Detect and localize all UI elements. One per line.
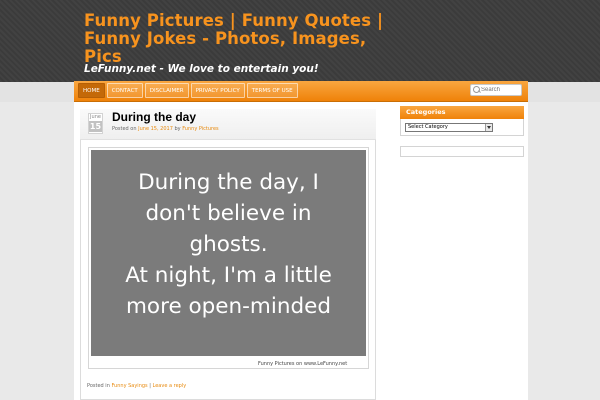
- meta-prefix: Posted on: [112, 126, 137, 132]
- meta-date-link[interactable]: June 15, 2017: [138, 126, 173, 132]
- date-month: June: [90, 114, 101, 120]
- empty-widget: [400, 146, 524, 157]
- meta-by: by: [174, 126, 181, 132]
- leave-reply-link[interactable]: Leave a reply: [153, 383, 187, 389]
- quote-line: ghosts.: [189, 232, 268, 257]
- categories-title: Categories: [400, 106, 524, 119]
- categories-select[interactable]: Select Category: [405, 123, 493, 132]
- footer-prefix: Posted in: [87, 383, 110, 389]
- site-title[interactable]: Funny Pictures | Funny Quotes | Funny Jo…: [84, 12, 384, 66]
- post-title[interactable]: During the day: [112, 110, 196, 124]
- date-day: 15: [89, 121, 102, 132]
- main-nav: Home Contact Disclaimer Privacy Policy T…: [74, 81, 528, 102]
- quote-line: more open-minded: [125, 294, 331, 319]
- post-footer: Posted in Funny Sayings | Leave a reply: [87, 383, 186, 389]
- date-badge: June 15: [88, 113, 103, 134]
- quote-line: At night, I'm a little: [125, 263, 332, 288]
- nav-item-privacy-policy[interactable]: Privacy Policy: [190, 83, 245, 98]
- site-tagline: LeFunny.net - We love to entertain you!: [84, 63, 319, 75]
- footer-category-link[interactable]: Funny Sayings: [111, 383, 147, 389]
- nav-item-disclaimer[interactable]: Disclaimer: [144, 83, 189, 98]
- nav-item-home[interactable]: Home: [78, 83, 105, 98]
- image-caption: Funny Pictures on www.LeFunny.net: [258, 361, 348, 367]
- quote-line: During the day, I: [138, 170, 319, 195]
- search-icon: [473, 86, 480, 93]
- image-quote: During the day, I don't believe in ghost…: [91, 167, 366, 322]
- meta-author-link[interactable]: Funny Pictures: [182, 126, 218, 132]
- post-meta: Posted on June 15, 2017 by Funny Picture…: [112, 126, 219, 132]
- chevron-down-icon[interactable]: [485, 124, 492, 131]
- footer-separator: |: [149, 383, 151, 389]
- nav-item-contact[interactable]: Contact: [106, 83, 143, 98]
- quote-line: don't believe in: [145, 201, 312, 226]
- nav-item-terms-of-use[interactable]: Terms of use: [246, 83, 298, 98]
- nav-list: Home Contact Disclaimer Privacy Policy T…: [78, 83, 300, 98]
